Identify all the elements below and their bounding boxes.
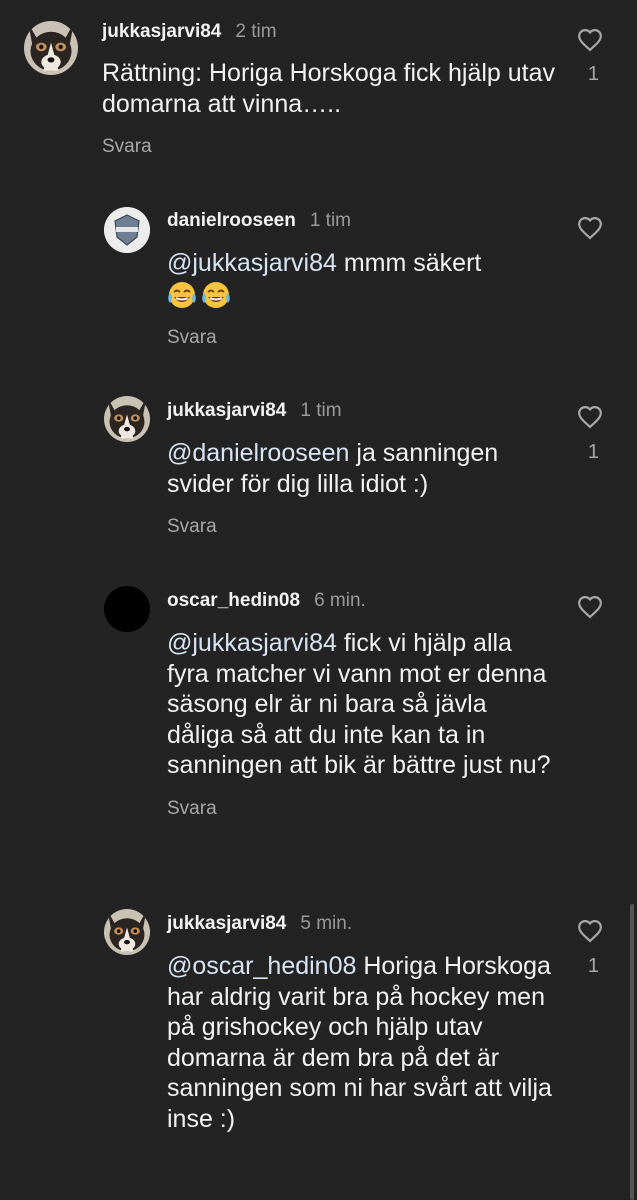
comment-timestamp: 1 tim [309, 210, 352, 231]
reply-button[interactable]: Svara [167, 327, 567, 349]
mention-link[interactable]: @jukkasjarvi84 [167, 629, 337, 657]
avatar[interactable] [104, 207, 150, 253]
like-count: 1 [587, 63, 599, 85]
comment-text: Rättning: Horiga Horskoga fick hjälp uta… [102, 59, 556, 118]
comment-text: @danielrooseen ja sanningen svider för d… [167, 439, 499, 498]
reply-button[interactable]: Svara [167, 798, 567, 820]
reply-button[interactable]: Svara [167, 516, 567, 538]
husky-dog-icon [104, 909, 150, 955]
team-logo-icon [104, 207, 150, 253]
comment-text: @jukkasjarvi84 mmm säkert [167, 248, 567, 310]
husky-dog-icon [104, 396, 150, 442]
heart-icon[interactable] [577, 595, 603, 619]
avatar[interactable] [104, 909, 150, 955]
comment-text: @jukkasjarvi84 fick vi hjälp alla fyra m… [167, 629, 551, 779]
comment-username[interactable]: jukkasjarvi84 [102, 21, 221, 43]
like-count: 1 [587, 441, 599, 463]
like-count: 1 [587, 955, 599, 977]
mention-link[interactable]: @oscar_hedin08 [167, 952, 356, 980]
comment-timestamp: 1 tim [300, 400, 342, 421]
scrollbar[interactable] [630, 904, 634, 1200]
face-with-tears-of-joy-icon [201, 280, 231, 310]
comment-text: @oscar_hedin08 Horiga Horskoga har aldri… [167, 952, 552, 1133]
mention-link[interactable]: @jukkasjarvi84 [167, 249, 337, 277]
black-circle-icon [104, 586, 150, 632]
heart-icon[interactable] [577, 919, 603, 943]
comment-timestamp: 5 min. [300, 913, 353, 934]
mention-link[interactable]: @danielrooseen [167, 439, 349, 467]
reply-button[interactable]: Svara [102, 136, 572, 158]
comment-timestamp: 6 min. [314, 590, 366, 611]
comment-username[interactable]: jukkasjarvi84 [167, 400, 286, 422]
avatar[interactable] [104, 396, 150, 442]
face-with-tears-of-joy-icon [167, 280, 197, 310]
husky-dog-icon [24, 21, 78, 75]
heart-icon[interactable] [577, 28, 603, 52]
heart-icon[interactable] [577, 405, 603, 429]
avatar[interactable] [24, 21, 78, 75]
avatar[interactable] [104, 586, 150, 632]
comment-timestamp: 2 tim [235, 21, 277, 42]
comment-username[interactable]: oscar_hedin08 [167, 590, 300, 612]
comment-username[interactable]: jukkasjarvi84 [167, 913, 286, 935]
heart-icon[interactable] [577, 216, 603, 240]
comment-username[interactable]: danielrooseen [167, 210, 296, 232]
